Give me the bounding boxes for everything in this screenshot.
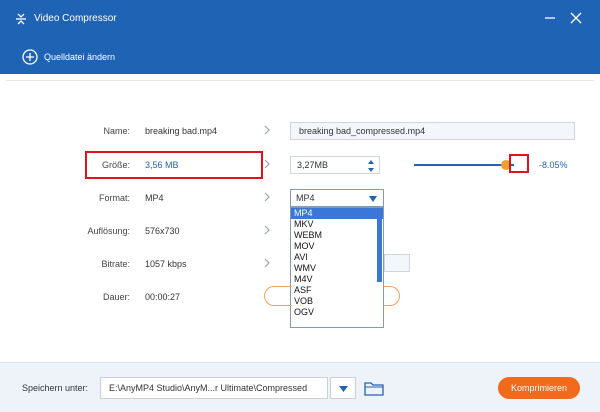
- chevron-down-icon: [339, 386, 348, 392]
- size-slider-track[interactable]: [414, 164, 514, 166]
- window-title: Video Compressor: [34, 13, 117, 24]
- bitrate-output-field[interactable]: [384, 254, 410, 272]
- dropdown-scrollbar[interactable]: [377, 210, 382, 282]
- format-label: Format:: [98, 193, 130, 203]
- resolution-label: Auflösung:: [87, 226, 130, 236]
- plus-circle-icon: [22, 49, 38, 65]
- save-path-dropdown[interactable]: [330, 377, 356, 399]
- size-label: Größe:: [101, 160, 130, 170]
- output-size-stepper[interactable]: 3,27MB: [290, 156, 380, 174]
- size-percent: -8.05%: [539, 160, 568, 170]
- preview-button-left[interactable]: [264, 286, 292, 306]
- name-label: Name:: [103, 126, 130, 136]
- format-option[interactable]: WMV: [291, 263, 383, 274]
- format-option[interactable]: WEBM: [291, 230, 383, 241]
- format-select[interactable]: MP4: [290, 189, 384, 207]
- output-name-value: breaking bad_compressed.mp4: [299, 126, 426, 136]
- format-source: MP4: [145, 193, 164, 203]
- slider-highlight-box: [509, 154, 529, 173]
- output-size-value: 3,27MB: [297, 160, 329, 170]
- format-option[interactable]: ASF: [291, 285, 383, 296]
- folder-icon[interactable]: [364, 380, 384, 396]
- format-dropdown-list[interactable]: MP4 MKV WEBM MOV AVI WMV M4V ASF VOB OGV: [290, 207, 384, 328]
- chevron-down-icon: [369, 196, 377, 202]
- change-source-button[interactable]: Quelldatei ändern: [22, 47, 115, 67]
- close-icon[interactable]: [568, 10, 584, 26]
- save-to-label: Speichern unter:: [22, 383, 89, 393]
- format-option[interactable]: AVI: [291, 252, 383, 263]
- chevron-right-icon: [264, 125, 270, 135]
- chevron-right-icon: [264, 159, 270, 169]
- format-select-value: MP4: [296, 193, 315, 203]
- format-option[interactable]: VOB: [291, 296, 383, 307]
- output-name-field[interactable]: breaking bad_compressed.mp4: [290, 122, 575, 140]
- size-source: 3,56 MB: [145, 160, 179, 170]
- bitrate-label: Bitrate:: [101, 259, 130, 269]
- chevron-right-icon: [264, 258, 270, 268]
- format-option[interactable]: M4V: [291, 274, 383, 285]
- toolbar: Quelldatei ändern: [0, 38, 600, 74]
- change-source-label: Quelldatei ändern: [44, 52, 116, 62]
- footer-bar: Speichern unter: E:\AnyMP4 Studio\AnyM..…: [0, 362, 600, 412]
- stepper-arrows-icon[interactable]: [367, 159, 375, 173]
- format-option[interactable]: MOV: [291, 241, 383, 252]
- save-path-field[interactable]: E:\AnyMP4 Studio\AnyM...r Ultimate\Compr…: [100, 377, 328, 399]
- save-path-value: E:\AnyMP4 Studio\AnyM...r Ultimate\Compr…: [109, 383, 308, 393]
- name-source: breaking bad.mp4: [145, 126, 218, 136]
- format-option[interactable]: MKV: [291, 219, 383, 230]
- title-bar: Video Compressor: [0, 0, 600, 38]
- chevron-right-icon: [264, 225, 270, 235]
- duration-source: 00:00:27: [145, 292, 181, 302]
- resolution-source: 576x730: [145, 226, 180, 236]
- duration-label: Dauer:: [102, 292, 130, 302]
- format-option[interactable]: MP4: [291, 208, 383, 219]
- minimize-icon[interactable]: [542, 10, 558, 26]
- compress-icon: [16, 13, 26, 25]
- bitrate-source: 1057 kbps: [145, 259, 187, 269]
- format-option[interactable]: OGV: [291, 307, 383, 318]
- compress-button[interactable]: Komprimieren: [498, 377, 580, 399]
- chevron-right-icon: [264, 192, 270, 202]
